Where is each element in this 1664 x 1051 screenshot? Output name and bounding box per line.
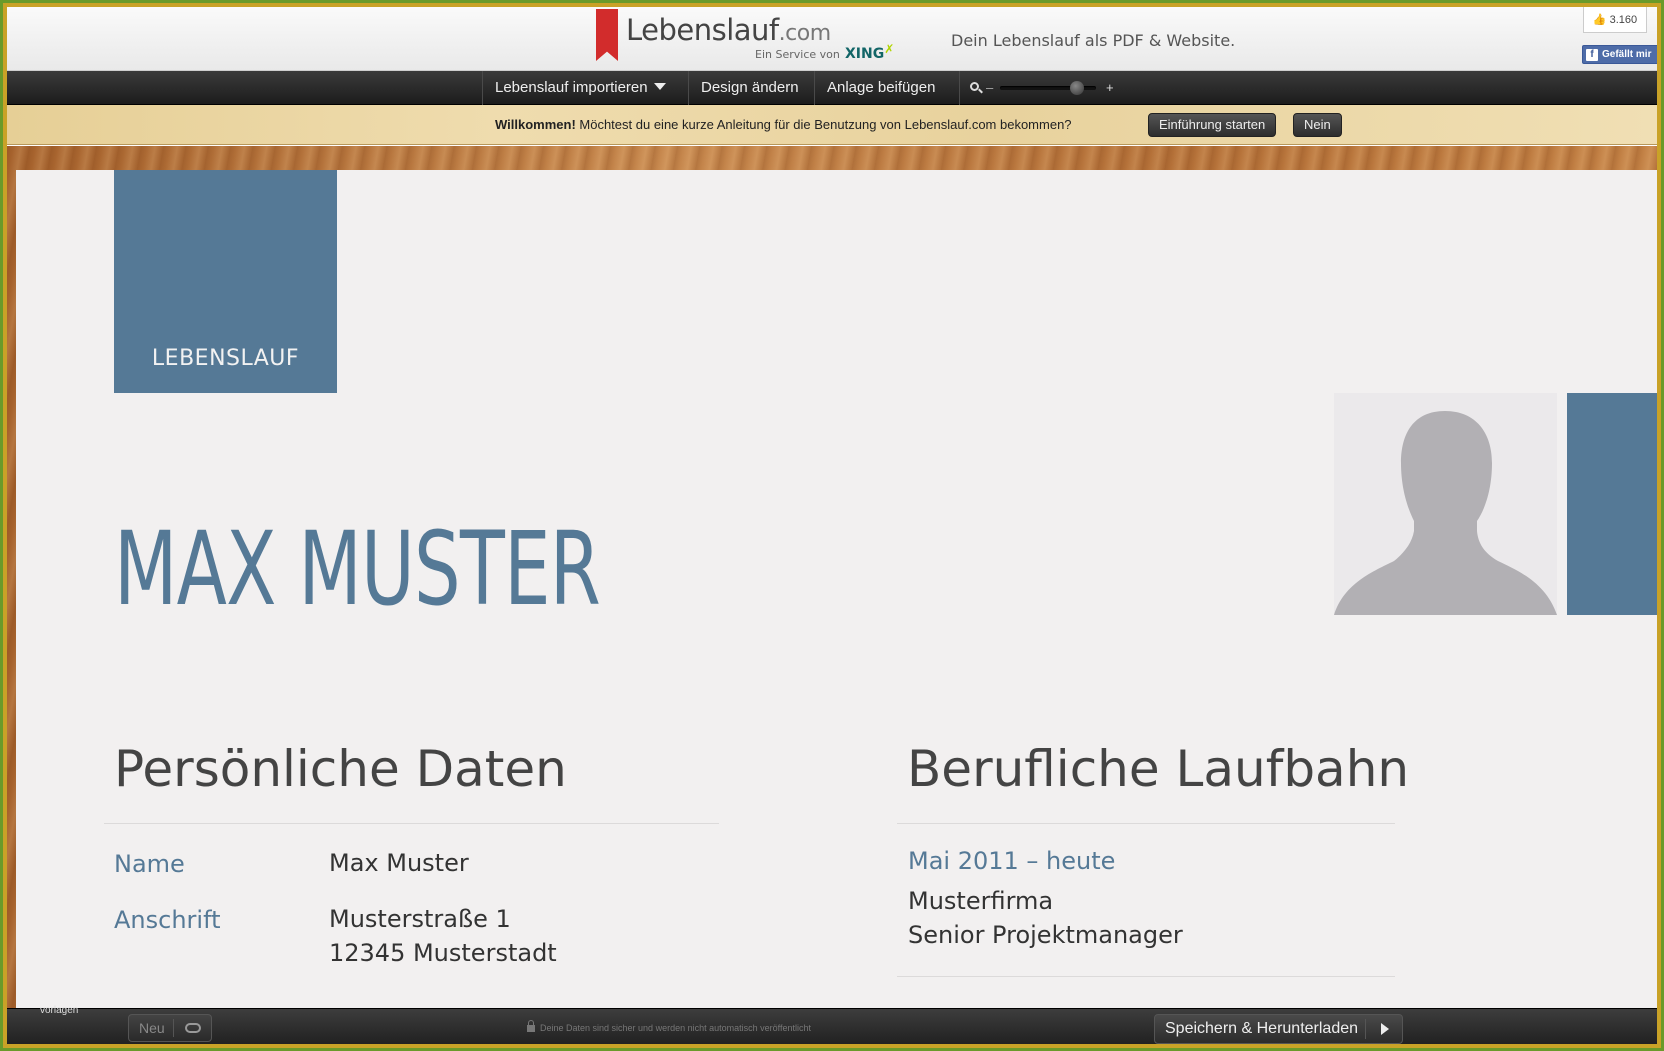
section-divider <box>104 823 719 824</box>
avatar-silhouette-icon <box>1334 411 1557 615</box>
resume-page: LEBENSLAUF MAX MUSTER Persönliche Daten … <box>16 170 1657 1016</box>
entry-divider <box>897 976 1395 977</box>
resume-title-block[interactable]: LEBENSLAUF <box>114 170 337 393</box>
add-attachment-button[interactable]: Anlage beifügen <box>814 71 947 105</box>
field-value-address[interactable]: Musterstraße 1 12345 Musterstadt <box>329 902 557 970</box>
chevron-down-icon <box>653 83 666 90</box>
start-tutorial-button[interactable]: Einführung starten <box>1148 113 1277 137</box>
zoom-out-button[interactable]: – <box>986 71 993 105</box>
career-role: Senior Projektmanager <box>908 921 1183 949</box>
section-divider <box>897 823 1395 824</box>
templates-link[interactable]: vorlagen <box>40 1005 78 1016</box>
zoom-in-button[interactable]: + <box>1106 71 1114 105</box>
profile-photo[interactable] <box>1334 393 1557 615</box>
career-entry[interactable]: Musterfirma Senior Projektmanager <box>908 884 1183 952</box>
play-arrow-icon <box>1381 1023 1389 1035</box>
site-logo[interactable]: Lebenslauf.com <box>626 13 831 47</box>
button-divider <box>1365 1019 1366 1039</box>
resume-title-label: LEBENSLAUF <box>151 346 300 371</box>
security-note: Deine Daten sind sicher und werden nicht… <box>527 1009 811 1044</box>
zoom-slider-handle[interactable] <box>1070 81 1084 95</box>
button-divider <box>173 1019 174 1037</box>
career-period[interactable]: Mai 2011 – heute <box>908 847 1115 875</box>
address-city: 12345 Musterstadt <box>329 939 557 967</box>
new-undo-group: Neu <box>128 1014 212 1042</box>
field-value-name[interactable]: Max Muster <box>329 846 469 880</box>
decline-tutorial-button[interactable]: Nein <box>1293 113 1342 137</box>
welcome-message: Willkommen! Möchtest du eine kurze Anlei… <box>495 117 1072 132</box>
zoom-control: – + <box>959 71 1119 105</box>
welcome-banner: Willkommen! Möchtest du eine kurze Anlei… <box>7 105 1657 145</box>
thumbs-up-icon: 👍 <box>1592 14 1607 26</box>
header-tagline: Dein Lebenslauf als PDF & Website. <box>951 31 1236 50</box>
save-download-button[interactable]: Speichern & Herunterladen <box>1154 1014 1403 1044</box>
zoom-slider[interactable] <box>1000 81 1096 95</box>
new-button[interactable]: Neu <box>139 1015 165 1041</box>
resume-name-heading[interactable]: MAX MUSTER <box>114 510 601 629</box>
career-heading[interactable]: Berufliche Laufbahn <box>907 740 1409 798</box>
accent-block <box>1567 393 1657 615</box>
undo-icon[interactable] <box>185 1023 201 1033</box>
field-label-address: Anschrift <box>114 906 221 934</box>
app-frame: Lebenslauf.com Ein Service von XING✗ Dei… <box>3 3 1661 1048</box>
like-count: 👍 3.160 <box>1583 7 1647 33</box>
main-toolbar: Lebenslauf importieren Design ändern Anl… <box>7 71 1657 105</box>
change-design-button[interactable]: Design ändern <box>688 71 811 105</box>
bookmark-logo-icon <box>596 9 618 61</box>
address-street: Musterstraße 1 <box>329 905 511 933</box>
top-header: Lebenslauf.com Ein Service von XING✗ Dei… <box>7 7 1657 71</box>
lock-icon <box>527 1020 535 1032</box>
facebook-like-button[interactable]: f Gefällt mir <box>1582 45 1657 64</box>
xing-logo: XING✗ <box>845 42 895 62</box>
import-resume-menu[interactable]: Lebenslauf importieren <box>482 71 678 105</box>
facebook-icon: f <box>1586 48 1598 61</box>
career-company: Musterfirma <box>908 887 1054 915</box>
bottom-toolbar: vorlagen Neu Deine Daten sind sicher und… <box>7 1005 1657 1044</box>
field-label-name: Name <box>114 850 185 878</box>
magnifier-icon <box>970 82 979 91</box>
personal-data-heading[interactable]: Persönliche Daten <box>114 740 567 798</box>
logo-subtitle: Ein Service von <box>755 48 840 61</box>
